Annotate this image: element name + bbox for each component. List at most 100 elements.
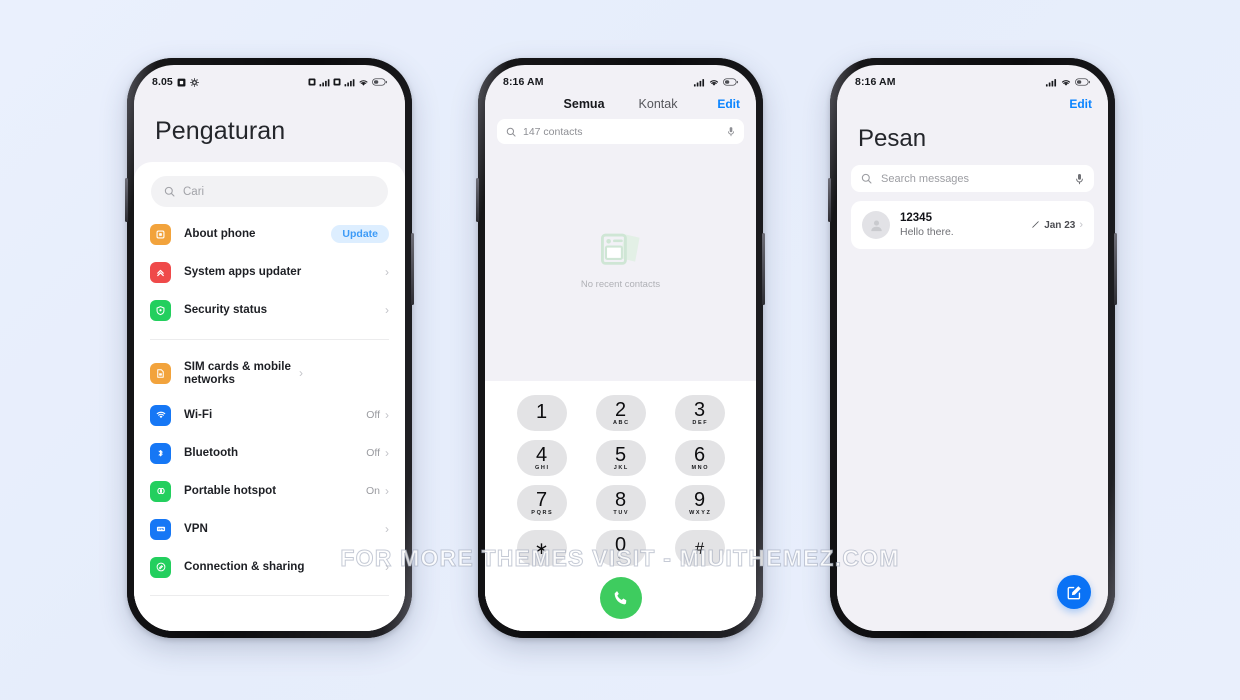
key-2[interactable]: 2 ABC <box>595 395 646 431</box>
key-digit: 3 <box>693 398 706 421</box>
sidebar-item-wifi[interactable]: Wi-Fi Off › <box>134 396 405 434</box>
key-letters: JKL <box>613 465 629 471</box>
svg-text:VPN: VPN <box>157 527 163 531</box>
key-4[interactable]: 4 GHI <box>516 440 567 476</box>
compose-button[interactable] <box>1057 575 1091 609</box>
microphone-icon[interactable] <box>1075 173 1084 185</box>
sidebar-item-label: Wi-Fi <box>184 408 213 422</box>
sim1-signal-icon <box>319 78 330 86</box>
edit-button[interactable]: Edit <box>717 97 740 111</box>
status-bar-time: 8:16 AM <box>855 76 896 88</box>
sidebar-item-value: Off <box>366 447 380 459</box>
messages-list-area <box>837 249 1108 631</box>
status-bar: 8:16 AM <box>837 65 1108 95</box>
key-letters: ABC <box>612 420 630 426</box>
group-divider <box>150 339 389 340</box>
sidebar-item-label: About phone <box>184 227 256 241</box>
vpn-icon: VPN <box>150 518 171 540</box>
sidebar-item-label: Portable hotspot <box>184 484 277 498</box>
key-letters: WXYZ <box>689 510 712 516</box>
sidebar-item-label: VPN <box>184 522 208 536</box>
list-item[interactable]: 12345 Hello there. Jan 23 › <box>851 201 1094 249</box>
sim2-signal-icon <box>344 78 355 86</box>
key-3[interactable]: 3 DEF <box>674 395 725 431</box>
system-apps-updater-icon <box>150 261 171 283</box>
search-placeholder: Search messages <box>881 172 970 185</box>
power-button[interactable] <box>762 233 765 305</box>
signal-icon <box>1045 78 1057 86</box>
key-hash[interactable]: # <box>674 530 725 566</box>
phone-call-icon <box>614 591 626 605</box>
key-digit: 6 <box>693 443 706 466</box>
chevron-right-icon: › <box>299 366 303 380</box>
sim1-icon <box>308 78 316 86</box>
wifi-icon <box>709 79 719 86</box>
microphone-icon[interactable] <box>727 126 735 137</box>
volume-button-left[interactable] <box>125 178 128 222</box>
sidebar-item-portable-hotspot[interactable]: Portable hotspot On › <box>134 472 405 510</box>
page-title: Pengaturan <box>155 117 286 145</box>
chevron-right-icon: › <box>385 484 389 498</box>
sidebar-item-bluetooth[interactable]: Bluetooth Off › <box>134 434 405 472</box>
tab-semua[interactable]: Semua <box>564 97 605 111</box>
edit-button[interactable]: Edit <box>1069 97 1092 111</box>
tab-kontak[interactable]: Kontak <box>639 97 678 111</box>
chevron-right-icon: › <box>385 522 389 536</box>
alarm-icon <box>177 78 186 86</box>
key-1[interactable]: 1 <box>516 395 567 431</box>
sidebar-item-security-status[interactable]: Security status › <box>134 291 405 329</box>
phone-messages: 8:16 AM Edit Pesan Search messages 12345… <box>828 58 1117 638</box>
sidebar-item-connection-sharing[interactable]: Connection & sharing › <box>134 548 405 586</box>
sidebar-item-vpn[interactable]: VPN VPN › <box>134 510 405 548</box>
volume-button-left[interactable] <box>476 178 479 222</box>
settings-body: Pengaturan Cari About phone Update Syste… <box>134 95 405 631</box>
battery-icon <box>723 78 738 86</box>
draft-pencil-icon <box>1032 221 1039 228</box>
wifi-icon <box>359 79 368 86</box>
sidebar-item-label: Security status <box>184 303 268 317</box>
key-digit: 4 <box>535 443 548 466</box>
key-star[interactable]: ∗ <box>516 530 567 566</box>
compose-icon <box>1067 585 1081 599</box>
volume-button-left[interactable] <box>828 178 831 222</box>
call-button[interactable] <box>599 577 642 619</box>
contact-card-icon <box>600 233 640 265</box>
page-title: Pesan <box>858 125 927 152</box>
key-digit: 9 <box>693 488 706 511</box>
person-avatar-icon <box>870 220 882 231</box>
status-bar: 8.05 <box>134 65 405 95</box>
key-digit: 5 <box>614 443 627 466</box>
key-letters: GHI <box>535 465 550 471</box>
phone-dialer: 8:16 AM Semua Kontak Edit 147 contacts N… <box>476 58 765 638</box>
key-0[interactable]: 0 + <box>595 530 646 566</box>
thread-date: Jan 23 <box>1044 220 1076 231</box>
sidebar-item-label: Connection & sharing <box>184 560 305 574</box>
key-6[interactable]: 6 MNO <box>674 440 725 476</box>
power-button[interactable] <box>411 233 414 305</box>
key-digit: 8 <box>614 488 627 511</box>
search-input[interactable]: Cari <box>151 176 388 207</box>
signal-icon <box>693 78 705 86</box>
update-badge[interactable]: Update <box>331 225 389 243</box>
key-8[interactable]: 8 TUV <box>595 485 646 521</box>
contacts-search-input[interactable]: 147 contacts <box>497 119 744 144</box>
chevron-right-icon: › <box>385 303 389 317</box>
sidebar-item-about-phone[interactable]: About phone Update <box>134 215 405 253</box>
sim2-icon <box>333 78 341 86</box>
sidebar-item-label: Bluetooth <box>184 446 239 460</box>
search-input[interactable]: Search messages <box>851 165 1094 192</box>
key-5[interactable]: 5 JKL <box>595 440 646 476</box>
key-7[interactable]: 7 PQRS <box>516 485 567 521</box>
wifi-icon <box>150 404 171 426</box>
settings-screen: 8.05 Pengaturan Cari About phone Update … <box>134 65 405 631</box>
status-bar-time: 8:16 AM <box>503 76 544 88</box>
chevron-right-icon: › <box>1079 219 1083 231</box>
power-button[interactable] <box>1114 233 1117 305</box>
sidebar-item-sim-cards[interactable]: SIM cards & mobile networks › <box>134 350 405 396</box>
sidebar-item-system-apps-updater[interactable]: System apps updater › <box>134 253 405 291</box>
group-divider <box>150 595 389 596</box>
key-9[interactable]: 9 WXYZ <box>674 485 725 521</box>
key-letters: DEF <box>692 420 709 426</box>
dialer-screen: 8:16 AM Semua Kontak Edit 147 contacts N… <box>485 65 756 631</box>
chevron-right-icon: › <box>385 560 389 574</box>
